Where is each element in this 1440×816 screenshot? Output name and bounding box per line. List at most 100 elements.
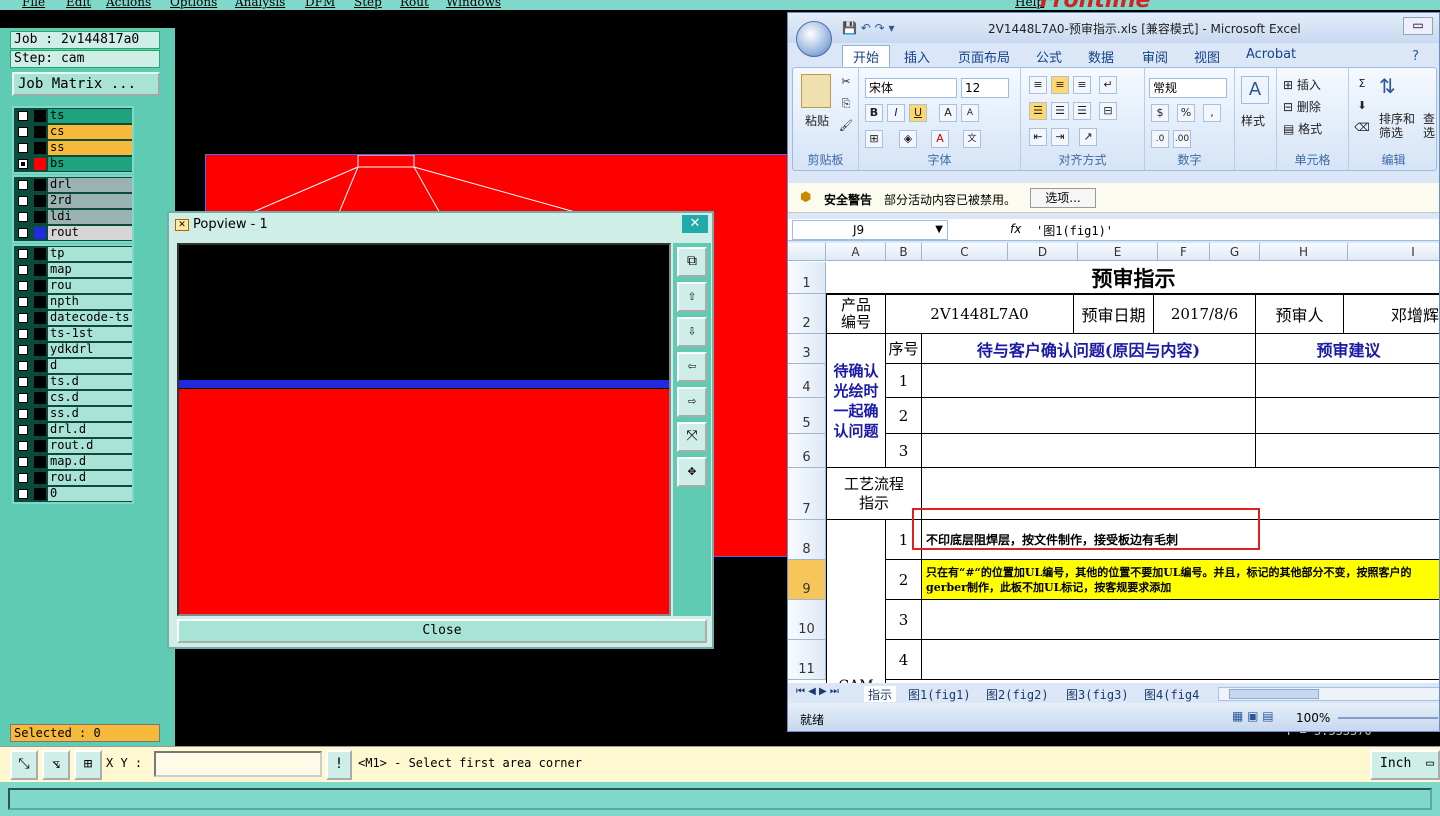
row-header[interactable]: 6 [788, 434, 826, 468]
layer-name[interactable]: rout.d [48, 439, 132, 453]
merge-center-icon[interactable]: ⊟ [1099, 102, 1117, 120]
advice-header[interactable]: 预审建议 [1256, 334, 1439, 364]
pending-seq-2[interactable]: 2 [886, 398, 922, 434]
pan-left-icon[interactable]: ⇦ [677, 352, 707, 382]
increase-indent-icon[interactable]: ⇥ [1051, 128, 1069, 146]
layer-row[interactable]: rou [14, 278, 132, 294]
instruction-2[interactable]: 只在有“#“的位置加UL编号，其他的位置不要加UL编号。并且，标记的其他部分不变… [922, 560, 1439, 600]
ribbon-tab[interactable]: 审阅 [1142, 47, 1168, 66]
ribbon-tab[interactable]: 数据 [1088, 47, 1114, 66]
instr-seq-3[interactable]: 3 [886, 600, 922, 640]
copy-icon[interactable]: ⎘ [837, 96, 855, 114]
column-header[interactable]: C [922, 243, 1008, 261]
pan-right-icon[interactable]: ⇨ [677, 387, 707, 417]
row-header[interactable]: 10 [788, 600, 826, 640]
zoom-fit-icon[interactable]: ⤧ [677, 422, 707, 452]
select-all-corner[interactable] [788, 243, 826, 261]
ribbon-tab[interactable]: 页面布局 [958, 47, 1010, 66]
font-color-icon[interactable]: A [931, 130, 949, 148]
layer-checkbox[interactable] [18, 473, 28, 483]
layer-checkbox[interactable] [18, 425, 28, 435]
borders-icon[interactable]: ⊞ [865, 130, 883, 148]
layer-checkbox[interactable] [18, 313, 28, 323]
layer-row[interactable]: ts-1st [14, 326, 132, 342]
advice-cell[interactable] [1256, 398, 1439, 434]
horizontal-scrollbar[interactable] [1218, 687, 1439, 701]
pending-cell[interactable] [922, 434, 1256, 468]
layer-name[interactable]: ts [48, 109, 132, 123]
italic-button[interactable]: I [887, 104, 905, 122]
column-header[interactable]: F [1158, 243, 1210, 261]
layer-checkbox[interactable] [18, 143, 28, 153]
instruction-cell[interactable] [922, 640, 1439, 680]
popview-canvas[interactable] [177, 243, 671, 616]
layer-row[interactable]: ts.d [14, 374, 132, 390]
clear-icon[interactable]: ⌫ [1353, 120, 1371, 138]
sheet-tab[interactable]: 图4(fig4 [1144, 686, 1199, 702]
zoom-window-icon[interactable]: ⧉ [677, 247, 707, 277]
font-size-select[interactable]: 12 [961, 78, 1009, 98]
instruction-cell[interactable] [922, 600, 1439, 640]
zoom-home-icon[interactable]: ✥ [677, 457, 707, 487]
layer-checkbox[interactable] [18, 265, 28, 275]
menu-item[interactable]: Step [354, 0, 382, 9]
layer-name[interactable]: 2rd [48, 194, 132, 208]
font-name-select[interactable]: 宋体 [865, 78, 957, 98]
layer-checkbox[interactable] [18, 329, 28, 339]
column-header[interactable]: H [1260, 243, 1348, 261]
grow-font-icon[interactable]: A [939, 104, 957, 122]
layer-name[interactable]: cs.d [48, 391, 132, 405]
zoom-level[interactable]: 100% [1296, 711, 1330, 725]
measure-icon[interactable]: ⦪ [42, 750, 70, 780]
row-header[interactable]: 2 [788, 294, 826, 334]
layer-name[interactable]: rou.d [48, 471, 132, 485]
sort-filter-button[interactable]: 排序和 筛选 [1379, 112, 1415, 140]
layer-name[interactable]: drl [48, 178, 132, 192]
column-header[interactable]: I [1348, 243, 1439, 261]
zoom-slider[interactable] [1338, 717, 1438, 719]
view-buttons[interactable]: ▦ ▣ ▤ [1232, 709, 1274, 723]
layer-row[interactable]: ts [14, 108, 132, 124]
layer-checkbox[interactable] [18, 228, 28, 238]
pending-side-label[interactable]: 待确认 光绘时 一起确 认问题 [826, 334, 886, 468]
layer-checkbox[interactable] [18, 345, 28, 355]
layer-checkbox[interactable] [18, 297, 28, 307]
delete-cells-button[interactable]: ⊟ 删除 [1283, 98, 1321, 115]
layer-row[interactable]: rout [14, 225, 132, 241]
layer-name[interactable]: ss.d [48, 407, 132, 421]
layer-row[interactable]: map [14, 262, 132, 278]
align-bottom-icon[interactable]: ≡ [1073, 76, 1091, 94]
paste-button[interactable]: 粘贴 [805, 112, 829, 129]
layer-name[interactable]: ts-1st [48, 327, 132, 341]
sheet-nav-icon[interactable]: ⏮ ◀ ▶ ⏭ [796, 686, 839, 697]
column-header[interactable]: D [1008, 243, 1078, 261]
menu-item[interactable]: Analysis [235, 0, 285, 9]
instr-seq-2[interactable]: 2 [886, 560, 922, 600]
row-header[interactable]: 11 [788, 640, 826, 680]
row-header[interactable]: 5 [788, 398, 826, 434]
reviewer-value[interactable]: 邓增辉 [1344, 294, 1439, 334]
align-top-icon[interactable]: ≡ [1029, 76, 1047, 94]
cam-label[interactable]: CAM [826, 520, 886, 683]
job-matrix-button[interactable]: Job Matrix ... [12, 72, 160, 96]
format-cells-button[interactable]: ▤ 格式 [1283, 120, 1322, 137]
layer-name[interactable]: ts.d [48, 375, 132, 389]
sheet-tab[interactable]: 指示 [864, 686, 897, 702]
pan-down-icon[interactable]: ⇩ [677, 317, 707, 347]
process-label[interactable]: 工艺流程 指示 [826, 468, 922, 520]
layer-checkbox[interactable] [18, 489, 28, 499]
layer-name[interactable]: ydkdrl [48, 343, 132, 357]
layer-name[interactable]: tp [48, 247, 132, 261]
formula-value[interactable]: '图1(fig1)' [1036, 222, 1113, 239]
layer-checkbox[interactable] [18, 281, 28, 291]
ribbon-tab[interactable]: 插入 [904, 47, 930, 66]
decrease-decimal-icon[interactable]: .00 [1173, 130, 1191, 148]
layer-name[interactable]: npth [48, 295, 132, 309]
underline-button[interactable]: U [909, 104, 927, 122]
layer-checkbox[interactable] [18, 249, 28, 259]
layer-row[interactable]: ss.d [14, 406, 132, 422]
comma-icon[interactable]: , [1203, 104, 1221, 122]
menu-item[interactable]: Edit [66, 0, 91, 9]
popview-close-button[interactable]: Close [177, 619, 707, 643]
column-header[interactable]: G [1210, 243, 1260, 261]
